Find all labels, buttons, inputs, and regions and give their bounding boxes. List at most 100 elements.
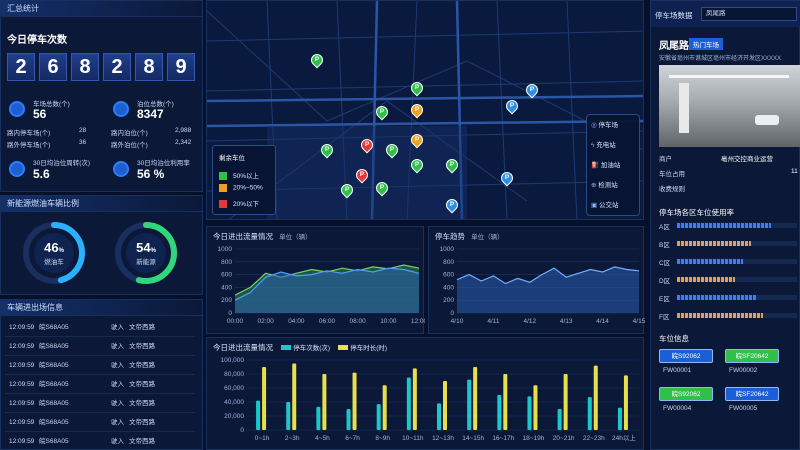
record-plate: 皖S68A05 (39, 381, 69, 388)
pin-label: P (414, 106, 420, 113)
menu-parking-label: 停车场 (598, 122, 618, 129)
x-tick-label: 04:00 (288, 318, 305, 325)
x-tick-label: 10:00 (380, 318, 397, 325)
berths-value: 8347 (137, 107, 164, 121)
zone-label: B区 (659, 242, 670, 249)
bar-duration (292, 363, 297, 430)
legend-label-mid: 20%~50% (233, 184, 263, 192)
table-row[interactable]: 12:09:59 皖S68A05 驶入 文帝西路 (5, 413, 195, 432)
x-tick-label: 00:00 (227, 318, 244, 325)
menu-parking[interactable]: ◎ 停车场 (591, 119, 618, 133)
pin-label: P (379, 108, 385, 115)
menu-bus[interactable]: ▣ 公交站 (591, 199, 618, 213)
digit-3: 8 (71, 53, 99, 81)
table-row[interactable]: 12:09:59 皖S68A05 驶入 文帝西路 (5, 337, 195, 356)
record-time: 12:09:59 (9, 400, 35, 407)
legend-label-high: 50%以上 (233, 173, 260, 180)
berth-in-label: 路内泊位(个) (111, 130, 148, 137)
energy-panel: 新能源燃油车辆比例 46% 燃油车 54% 新能源 (0, 195, 203, 295)
menu-charging[interactable]: ϟ 充电站 (591, 139, 616, 153)
merchant-value: 亳州交控商业运营 (721, 156, 773, 163)
berth-plate[interactable]: 皖SF20642 (725, 349, 779, 363)
berth-info-title: 车位信息 (659, 334, 689, 343)
pin-label: P (449, 201, 455, 208)
fuel-percent-value: 46 (44, 240, 59, 255)
bar-duration (443, 381, 447, 430)
fuel-label: 燃油车 (44, 259, 64, 266)
zone-usage-track (677, 259, 797, 264)
x-tick-label: 2~3h (285, 435, 300, 442)
zone-usage-bar (677, 223, 771, 228)
x-tick-label: 6~7h (345, 435, 360, 442)
record-place: 文帝西路 (129, 419, 155, 426)
digit-4: 2 (103, 53, 131, 81)
pin-label: P (449, 161, 455, 168)
zone-label: E区 (659, 296, 670, 303)
bar-duration (352, 372, 357, 430)
road-in-label: 路内停车场(个) (7, 130, 51, 137)
flow-chart-unit: 单位（辆） (279, 234, 312, 241)
record-plate: 皖S68A05 (39, 419, 69, 426)
x-tick-label: 02:00 (258, 318, 275, 325)
pin-label: P (509, 102, 515, 109)
y-tick-label: 800 (221, 259, 232, 266)
map-layer-menu: ◎ 停车场 ϟ 充电站 ⛽ 加油站 ⊕ 检测站 ▣ 公交站 (586, 114, 640, 216)
x-tick-label: 24h以上 (612, 433, 636, 442)
legend-title: 剩余车位 (219, 155, 245, 162)
berth-plate[interactable]: 皖SF20642 (725, 387, 779, 401)
berth-plate[interactable]: 皖S92062 (659, 349, 713, 363)
y-tick-label: 80,000 (224, 371, 244, 378)
trend-area-chart: 1000 800 600 400 200 04/10 4/11 4/12 4/13 4/14 4/1… (440, 246, 645, 325)
lots-icon (9, 101, 25, 117)
table-row[interactable]: 12:09:59 皖S68A05 驶入 文帝西路 (5, 356, 195, 375)
y-tick-label: 200 (221, 297, 232, 304)
record-time: 12:09:59 (9, 419, 35, 426)
table-row[interactable]: 12:09:59 皖S68A05 驶入 文帝西路 (5, 432, 195, 450)
series-area (457, 266, 639, 313)
fuel-percent-unit: % (58, 248, 64, 254)
x-tick-label: 4/10 (451, 318, 464, 325)
turnover-label: 30日均泊位周转(次) (33, 160, 91, 167)
photo-ceiling-lights (669, 75, 789, 78)
x-tick-label: 12:00 (411, 318, 425, 325)
pin-label: P (504, 174, 510, 181)
new-percent-unit: % (150, 248, 156, 254)
turnover-icon (9, 161, 25, 177)
digit-5: 8 (135, 53, 163, 81)
berth-in-value: 2,988 (175, 127, 192, 134)
road-out-label: 路外停车场(个) (7, 142, 51, 149)
table-row[interactable]: 12:09:59 皖S68A05 驶入 文帝西路 (5, 375, 195, 394)
x-tick-label: 4/14 (596, 318, 609, 325)
record-time: 12:09:59 (9, 362, 35, 369)
record-plate: 皖S68A05 (39, 324, 69, 331)
bar-duration (382, 385, 387, 430)
bar-chart-panel: 今日进出流量情况 停车次数(次) 停车时长(时) 100,000 80,000 60… (206, 337, 644, 450)
berth-plate[interactable]: 皖S92062 (659, 387, 713, 401)
legend-count-swatch (281, 345, 292, 350)
x-tick-label: 10~11h (402, 435, 424, 442)
bar-count (497, 395, 502, 430)
zone-usage-bar (677, 295, 757, 300)
menu-gas[interactable]: ⛽ 加油站 (591, 159, 620, 173)
pin-label: P (529, 86, 535, 93)
record-place: 文帝西路 (129, 343, 155, 350)
pin-label: P (359, 171, 365, 178)
y-tick-label: 600 (443, 272, 454, 279)
flow-area-chart: 1000 800 600 400 200 000:00 02:00 04:00 06:00 08:… (218, 246, 425, 325)
hourly-bar-chart: 100,000 80,000 60,000 40,000 20,000 0 0~1h 2~3h… (221, 357, 639, 442)
x-tick-label: 06:00 (319, 318, 336, 325)
table-row[interactable]: 12:09:59 皖S68A05 驶入 文帝西路 (5, 394, 195, 413)
lot-search-input[interactable]: 凤尾路 (701, 7, 797, 21)
usage-icon (113, 161, 129, 177)
flow-chart-panel: 今日进出流量情况 单位（辆） 1000 800 600 400 200 0 00:00 02:… (206, 226, 425, 334)
record-plate: 皖S68A05 (39, 362, 69, 369)
berth-code: FW00002 (729, 367, 758, 374)
record-time: 12:09:59 (9, 381, 35, 388)
legend-count-label: 停车次数(次) (293, 345, 331, 352)
x-tick-label: 4/13 (560, 318, 573, 325)
y-tick-label: 200 (443, 297, 454, 304)
menu-inspection[interactable]: ⊕ 检测站 (591, 179, 618, 193)
zone-usage-bar (677, 241, 752, 246)
table-row[interactable]: 12:09:59 皖S68A05 驶入 文帝西路 (5, 318, 195, 337)
menu-charging-label: 充电站 (596, 142, 616, 149)
